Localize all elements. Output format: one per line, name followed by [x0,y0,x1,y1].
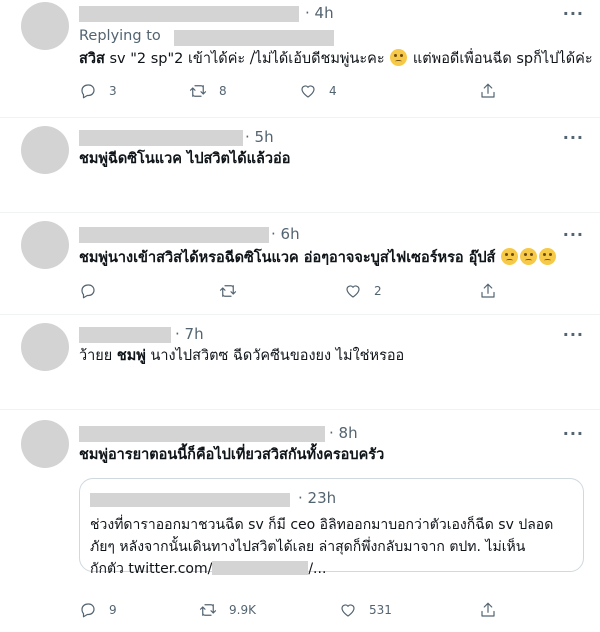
more-icon[interactable]: ··· [563,424,584,443]
reply-count: 3 [109,84,117,98]
retweet-count: 9.9K [229,603,256,617]
tweet-text-part: 2 sp [136,51,168,67]
tweet-text: ชมพู่ฉีดซิโนแวค ไปสวิตได้แล้วอ่อ [79,151,291,167]
quoted-line-3: กักตัว twitter.com/ /... [90,558,573,580]
tweet-text-part: sv [104,51,131,67]
share-button[interactable] [479,281,497,301]
quoted-text: ช่วงที่ดาราออกมาชวนฉีด sv ก็มี ceo อิลิท… [90,514,573,580]
avatar[interactable] [21,323,69,371]
timestamp[interactable]: · 8h [329,424,358,442]
retweet-icon [189,85,207,97]
tweet-text-bold: ชมพู่ [116,348,146,364]
share-icon [481,602,495,617]
author-name-redacted [79,130,243,146]
like-button[interactable]: 531 [339,600,392,620]
quoted-timestamp: · 23h [298,489,337,507]
share-button[interactable] [479,600,497,620]
replying-to-label: Replying to [79,28,161,44]
rolling-eyes-emoji-icon [539,248,556,265]
author-name-redacted [79,426,325,442]
rolling-eyes-emoji-icon [501,248,518,265]
replying-to-handle-redacted[interactable] [174,30,334,46]
share-button[interactable] [479,81,497,101]
reply-icon [81,284,95,299]
reply-button[interactable]: 9 [79,600,117,620]
retweet-icon [219,285,237,297]
tweet-text: ว้ายย ชมพู่ นางไปสวิตซ ฉีดวัคซีนของยง ไม… [79,345,586,367]
avatar[interactable] [21,420,69,468]
retweet-button[interactable] [219,281,237,301]
tweet[interactable]: · 5h ··· ชมพู่ฉีดซิโนแวค ไปสวิตได้แล้วอ่… [0,118,600,213]
tweet-text-part: นางไปสวิตซ ฉีดวัคซีนของยง ไม่ใช่หรออ [145,348,405,364]
author-name-redacted [79,6,299,22]
heart-icon [301,85,315,98]
tweet-text-part: 2 เข้าได้ค่ะ /ไม่ได้เอ้บดีชมพู่นะคะ [174,51,385,67]
quoted-line: ภัยๆ หลังจากนั้นเดินทางไปสวิตได้เลย ล่าส… [90,539,526,555]
tweet-text: ชมพู่นางเข้าสวิสได้หรอฉีดซิโนแวค อ่อๆอาจ… [79,247,586,269]
tweet-text-part: ว้ายย [79,348,117,364]
quoted-tweet[interactable]: · 23h ช่วงที่ดาราออกมาชวนฉีด sv ก็มี ceo… [79,478,584,577]
tweet-text-bold: สวิส [79,51,105,67]
tweet-text: ชมพู่อารยาตอนนี้ก็คือไปเที่ยวสวิสกันทั้ง… [79,447,385,463]
timestamp[interactable]: · 6h [271,225,300,243]
share-icon [481,83,495,98]
quoted-line: ช่วงที่ดาราออกมาชวนฉีด sv ก็มี ceo อิลิท… [90,517,554,533]
timestamp[interactable]: · 7h [175,325,204,343]
tweet-actions: 2 [79,281,519,301]
like-button[interactable]: 2 [344,281,382,301]
tweet-actions: 9 9.9K 531 [79,600,519,620]
reply-button[interactable]: 3 [79,81,117,101]
retweet-button[interactable]: 9.9K [199,600,256,620]
retweet-icon [199,604,217,616]
tweet[interactable]: · 6h ··· ชมพู่นางเข้าสวิสได้หรอฉีดซิโนแว… [0,213,600,315]
tweet-text-part: ชมพู่นางเข้าสวิสได้หรอฉีดซิโนแวค อ่อๆอาจ… [79,250,496,266]
like-count: 531 [369,603,392,617]
retweet-count: 8 [219,84,227,98]
reply-icon [81,603,95,618]
quoted-author-redacted [90,493,290,507]
more-icon[interactable]: ··· [563,4,584,23]
reply-button[interactable] [79,281,97,301]
heart-icon [346,285,360,298]
share-icon [481,283,495,298]
tweet-text: สวิส sv "2 sp"2 เข้าได้ค่ะ /ไม่ได้เอ้บดี… [79,49,593,67]
more-icon[interactable]: ··· [563,225,584,244]
more-icon[interactable]: ··· [563,128,584,147]
avatar[interactable] [21,126,69,174]
worried-face-emoji-icon [520,248,537,265]
timestamp[interactable]: · 5h [245,128,274,146]
tweet-text-part: แต่พอดีเพื่อนฉีด spก็ไปได้ค่ะ [408,51,593,67]
more-icon[interactable]: ··· [563,325,584,344]
author-name-redacted [79,327,171,343]
reply-icon [81,84,95,99]
avatar[interactable] [21,221,69,269]
tweet[interactable]: · 8h ··· ชมพู่อารยาตอนนี้ก็คือไปเที่ยวสว… [0,410,600,632]
quoted-line-part: /... [308,561,327,577]
like-count: 2 [374,284,382,298]
timestamp[interactable]: · 4h [305,4,334,22]
rolling-eyes-emoji-icon [390,49,408,66]
tweet-actions: 3 8 4 [79,81,519,101]
tweet[interactable]: · 4h ··· Replying to สวิส sv "2 sp"2 เข้… [0,0,600,118]
avatar[interactable] [21,2,69,50]
tweet[interactable]: · 7h ··· ว้ายย ชมพู่ นางไปสวิตซ ฉีดวัคซี… [0,315,600,410]
like-count: 4 [329,84,337,98]
like-button[interactable]: 4 [299,81,337,101]
reply-count: 9 [109,603,117,617]
link-redacted[interactable] [212,561,309,575]
quoted-line-part: กักตัว twitter.com/ [90,561,213,577]
heart-icon [341,604,355,617]
retweet-button[interactable]: 8 [189,81,227,101]
author-name-redacted [79,227,269,243]
